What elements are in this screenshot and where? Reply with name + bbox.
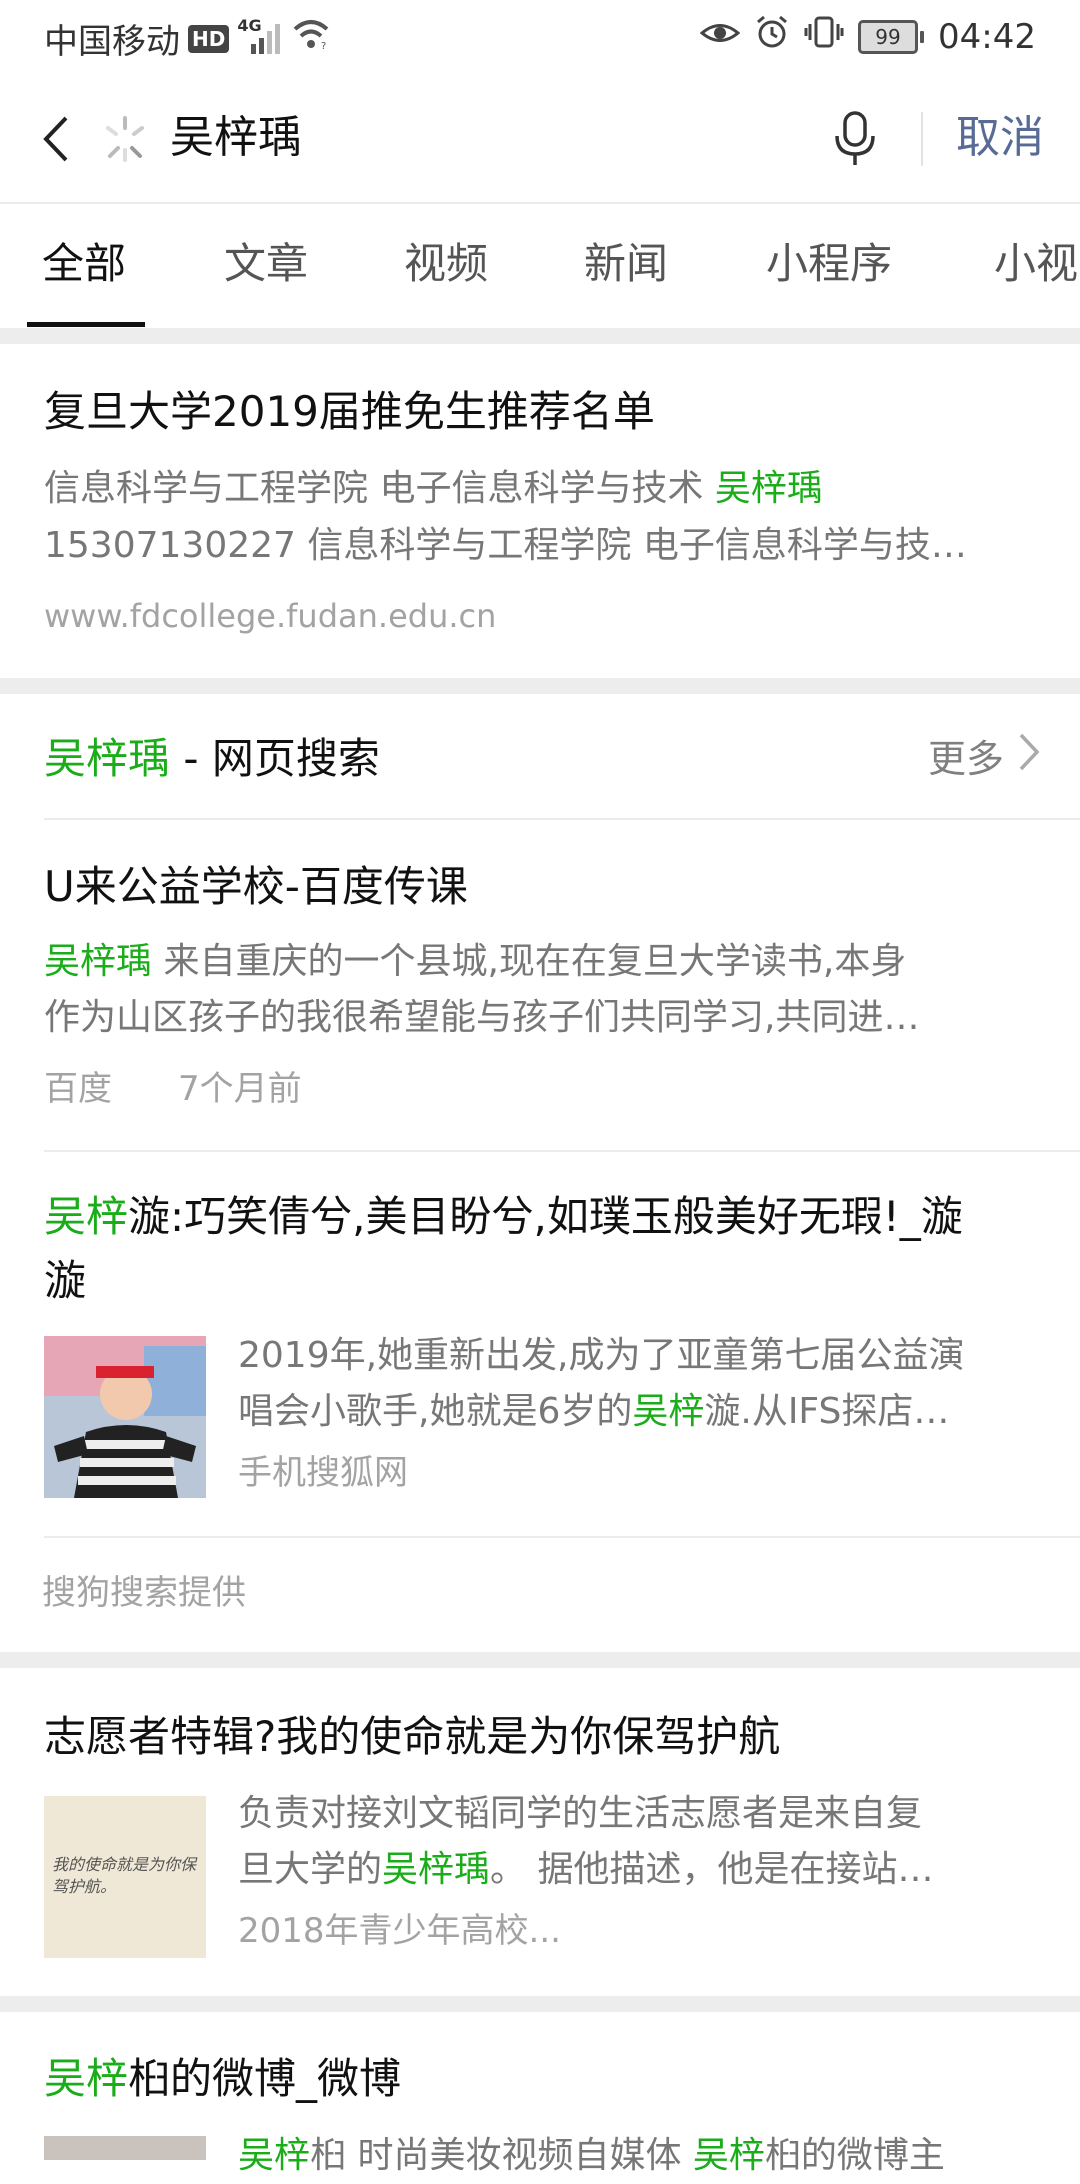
svg-text:?: ? [321,41,326,51]
divider [44,1150,1080,1152]
clock: 04:42 [938,16,1036,57]
snippet-text: 来自重庆的一个县城,现在在复旦大学读书,本身 [152,941,907,982]
header-divider [921,112,923,166]
highlight-term: 吴梓瑀 [714,468,823,509]
cancel-button[interactable]: 取消 [956,108,1044,168]
title-text: 桕的微博_微博 [128,2054,402,2103]
microphone-icon[interactable] [830,110,880,168]
highlight-term: 吴梓 [238,2135,311,2176]
result-thumbnail: 我的使命就是为你保驾护航。 [44,1796,206,1958]
highlight-term: 吴梓 [692,2135,765,2176]
loading-spinner-icon [100,114,150,164]
section-heading-text: - 网页搜索 [170,734,380,783]
snippet-text: 漩.从IFS探店… [704,1391,950,1432]
result-thumbnail [44,2136,206,2160]
chevron-right-icon [1018,732,1040,786]
signal-icon: 4G [237,16,283,56]
highlight-term: 吴梓瑀 [44,941,153,982]
result-snippet-line2: 唱会小歌手,她就是6岁的吴梓漩.从IFS探店… [238,1384,1038,1440]
result-snippet-line2: 15307130227 信息科学与工程学院 电子信息科学与技… [44,525,967,566]
result-snippet-line2: 旦大学的吴梓瑀。 据他描述，他是在接站… [238,1842,1038,1898]
carrier-label: 中国移动 [44,22,180,62]
tab-mini-programs[interactable]: 小程序 [766,234,892,294]
highlight-term: 吴梓 [44,2054,129,2103]
result-thumbnail [44,1336,206,1498]
result-snippet-line1: 信息科学与工程学院 电子信息科学与技术 吴梓瑀 [44,461,1034,517]
status-right: 99 04:42 [699,14,1036,59]
status-bar: 中国移动 HD 4G ? 99 04:42 [0,0,1080,72]
more-button[interactable]: 更多 [928,732,1040,786]
vibrate-icon [804,14,844,59]
back-arrow-icon[interactable] [38,114,78,164]
section-heading: 吴梓瑀 - 网页搜索 [44,730,1036,788]
battery-level: 99 [858,19,919,54]
active-tab-indicator [27,322,145,327]
snippet-text: 桕的微博主 [764,2135,945,2176]
result-source: 手机搜狐网 [238,1453,408,1493]
status-left: 中国移动 HD 4G ? [44,14,331,63]
snippet-text: 信息科学与工程学院 电子信息科学与技术 [44,468,715,509]
result-title-line2: 漩 [44,1256,87,1305]
section-separator [0,328,1080,344]
result-time: 7个月前 [178,1069,302,1109]
wifi-icon: ? [291,17,331,60]
section-separator [0,678,1080,694]
alarm-icon [754,14,790,59]
result-snippet-line1: 吴梓瑀 来自重庆的一个县城,现在在复旦大学读书,本身 [44,934,1034,990]
tab-articles[interactable]: 文章 [224,234,308,294]
result-title[interactable]: U来公益学校-百度传课 [44,858,1036,916]
snippet-text: 。 据他描述，他是在接站… [490,1849,934,1890]
divider [44,1536,1080,1538]
eye-icon [699,17,741,57]
result-title[interactable]: 志愿者特辑?我的使命就是为你保驾护航 [44,1708,1036,1766]
snippet-text: 唱会小歌手,她就是6岁的 [238,1391,633,1432]
divider [44,818,1080,820]
tab-short-videos[interactable]: 小视 [994,234,1078,294]
more-label: 更多 [927,737,1004,781]
snippet-text: 桕 时尚美妆视频自媒体 [310,2135,693,2176]
result-title[interactable]: 吴梓桕的微博_微博 [44,2050,1036,2108]
thumbnail-caption: 我的使命就是为你保驾护航。 [52,1855,197,1896]
highlight-term: 吴梓瑀 [44,734,171,783]
hd-badge: HD [188,24,230,53]
highlight-term: 吴梓瑀 [382,1849,491,1890]
search-header: 吴梓瑀 取消 [0,72,1080,204]
snippet-text: 旦大学的 [238,1849,383,1890]
category-tabs: 全部 文章 视频 新闻 小程序 小视 [0,204,1080,328]
section-separator [0,1652,1080,1668]
result-title[interactable]: 吴梓漩:巧笑倩兮,美目盼兮,如璞玉般美好无瑕!_漩 [44,1188,1036,1246]
tab-all[interactable]: 全部 [42,234,126,294]
highlight-term: 吴梓 [632,1391,705,1432]
result-source: 百度 [44,1069,112,1109]
highlight-term: 吴梓 [44,1192,129,1241]
search-input[interactable]: 吴梓瑀 [170,108,302,168]
provider-label: 搜狗搜索提供 [42,1573,246,1613]
battery-icon: 99 [858,19,925,54]
section-separator [0,1996,1080,2012]
title-text: 漩:巧笑倩兮,美目盼兮,如璞玉般美好无瑕!_漩 [128,1192,963,1241]
result-snippet-line1: 2019年,她重新出发,成为了亚童第七届公益演 [238,1335,965,1376]
result-snippet-line2: 作为山区孩子的我很希望能与孩子们共同学习,共同进… [44,997,920,1038]
result-snippet-line1: 吴梓桕 时尚美妆视频自媒体 吴梓桕的微博主 [238,2128,1038,2184]
result-snippet-line3: 2018年青少年高校... [238,1911,561,1951]
result-title[interactable]: 复旦大学2019届推免生推荐名单 [44,383,1036,441]
tab-news[interactable]: 新闻 [584,234,668,294]
tab-videos[interactable]: 视频 [404,234,488,294]
result-snippet-line1: 负责对接刘文韬同学的生活志愿者是来自复 [238,1793,923,1834]
result-url: www.fdcollege.fudan.edu.cn [44,597,497,635]
